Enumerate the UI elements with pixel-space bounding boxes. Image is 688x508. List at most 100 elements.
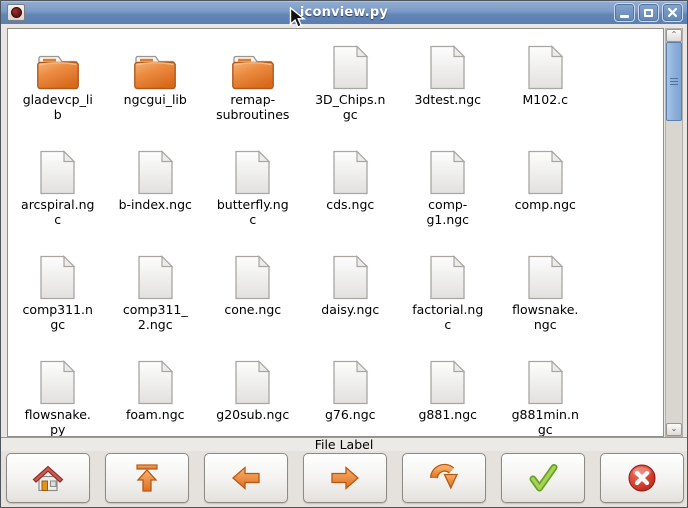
check-icon — [527, 463, 559, 493]
toolbar — [1, 451, 687, 508]
file-item[interactable]: b-index.ngc — [107, 139, 205, 244]
minimize-icon — [620, 15, 629, 18]
file-item-label: b-index.ngc — [119, 197, 192, 212]
maximize-button[interactable] — [638, 3, 659, 22]
file-item[interactable]: 3dtest.ngc — [399, 34, 497, 139]
file-item-label: 3D_Chips.n gc — [315, 92, 385, 122]
file-item-label: comp- g1.ngc — [426, 197, 469, 227]
minimize-button[interactable] — [614, 3, 635, 22]
file-item-label: factorial.ng c — [412, 302, 483, 332]
file-item-label: gladevcp_li b — [23, 92, 93, 122]
scroll-up-button[interactable]: ⌃ — [666, 29, 682, 42]
file-item-label: cone.ngc — [224, 302, 281, 317]
file-item[interactable]: M102.c — [497, 34, 595, 139]
file-item-label: g881min.n gc — [512, 407, 579, 437]
folder-icon — [132, 50, 178, 90]
file-item-label: g76.ngc — [325, 407, 376, 422]
file-icon — [234, 150, 271, 195]
file-item[interactable]: gladevcp_li b — [9, 34, 107, 139]
file-item-label: arcspiral.ng c — [21, 197, 94, 227]
vertical-scrollbar[interactable]: ⌃ ⌄ — [665, 28, 683, 437]
file-item[interactable]: 3D_Chips.n gc — [302, 34, 400, 139]
file-item[interactable]: cds.ngc — [302, 139, 400, 244]
file-icon — [429, 150, 466, 195]
ok-button[interactable] — [501, 453, 585, 503]
file-item[interactable]: g76.ngc — [302, 349, 400, 437]
file-item[interactable]: factorial.ng c — [399, 244, 497, 349]
close-button[interactable] — [662, 3, 683, 22]
folder-icon — [35, 50, 81, 90]
file-icon — [429, 255, 466, 300]
file-item-label: comp.ngc — [515, 197, 576, 212]
file-item-label: remap- subroutines — [216, 92, 289, 122]
file-item-label: comp311_ 2.ngc — [123, 302, 188, 332]
window-menu-icon — [11, 7, 22, 18]
file-item[interactable]: ngcgui_lib — [107, 34, 205, 139]
go-top-icon — [131, 462, 163, 494]
scrollbar-thumb[interactable] — [666, 42, 682, 121]
file-icon — [39, 150, 76, 195]
file-icon — [332, 360, 369, 405]
forward-button[interactable] — [303, 453, 387, 503]
file-item-label: daisy.ngc — [321, 302, 379, 317]
titlebar[interactable]: iconview.py — [1, 1, 687, 24]
file-item[interactable]: remap- subroutines — [204, 34, 302, 139]
forward-arrow-icon — [329, 464, 361, 492]
file-icon — [332, 150, 369, 195]
cancel-button[interactable] — [600, 453, 684, 503]
file-item[interactable]: flowsnake. py — [9, 349, 107, 437]
back-arrow-icon — [230, 464, 262, 492]
file-item[interactable]: flowsnake. ngc — [497, 244, 595, 349]
file-icon — [234, 255, 271, 300]
folder-icon — [230, 50, 276, 90]
file-item[interactable]: comp311.n gc — [9, 244, 107, 349]
file-item[interactable]: cone.ngc — [204, 244, 302, 349]
file-icon — [137, 150, 174, 195]
file-item-label: ngcgui_lib — [124, 92, 187, 107]
jump-arrow-icon — [428, 462, 460, 494]
window-menu-button[interactable] — [7, 4, 25, 21]
file-item-label: g20sub.ngc — [216, 407, 289, 422]
file-item[interactable]: arcspiral.ng c — [9, 139, 107, 244]
file-item[interactable]: butterfly.ng c — [204, 139, 302, 244]
file-item[interactable]: g881min.n gc — [497, 349, 595, 437]
file-icon — [234, 360, 271, 405]
back-button[interactable] — [204, 453, 288, 503]
maximize-icon — [644, 9, 653, 17]
file-item-label: M102.c — [523, 92, 569, 107]
file-icon — [527, 45, 564, 90]
jump-button[interactable] — [402, 453, 486, 503]
file-label-bar: File Label — [1, 437, 687, 452]
file-icon — [527, 255, 564, 300]
file-item-label: flowsnake. py — [25, 407, 91, 437]
home-icon — [31, 463, 65, 494]
file-grid: gladevcp_li b ngcgui_lib remap- subrouti… — [9, 34, 594, 437]
file-item[interactable]: comp.ngc — [497, 139, 595, 244]
file-icon-view[interactable]: gladevcp_li b ngcgui_lib remap- subrouti… — [7, 28, 664, 437]
file-icon — [137, 255, 174, 300]
file-item[interactable]: g20sub.ngc — [204, 349, 302, 437]
file-item-label: foam.ngc — [126, 407, 185, 422]
file-icon — [39, 360, 76, 405]
file-item[interactable]: g881.ngc — [399, 349, 497, 437]
file-item-label: cds.ngc — [326, 197, 374, 212]
cancel-icon — [626, 462, 658, 494]
file-item[interactable]: foam.ngc — [107, 349, 205, 437]
go-top-button[interactable] — [105, 453, 189, 503]
file-item[interactable]: comp311_ 2.ngc — [107, 244, 205, 349]
home-button[interactable] — [6, 453, 90, 503]
file-item[interactable]: comp- g1.ngc — [399, 139, 497, 244]
file-icon — [527, 360, 564, 405]
file-item-label: 3dtest.ngc — [414, 92, 481, 107]
scroll-down-button[interactable]: ⌄ — [666, 423, 682, 436]
file-item[interactable]: daisy.ngc — [302, 244, 400, 349]
file-item-label: comp311.n gc — [23, 302, 93, 332]
file-item-label: butterfly.ng c — [217, 197, 289, 227]
file-icon — [332, 255, 369, 300]
file-item-label: g881.ngc — [419, 407, 478, 422]
file-icon — [39, 255, 76, 300]
file-icon — [527, 150, 564, 195]
file-icon — [137, 360, 174, 405]
close-icon — [667, 7, 678, 18]
file-icon — [332, 45, 369, 90]
